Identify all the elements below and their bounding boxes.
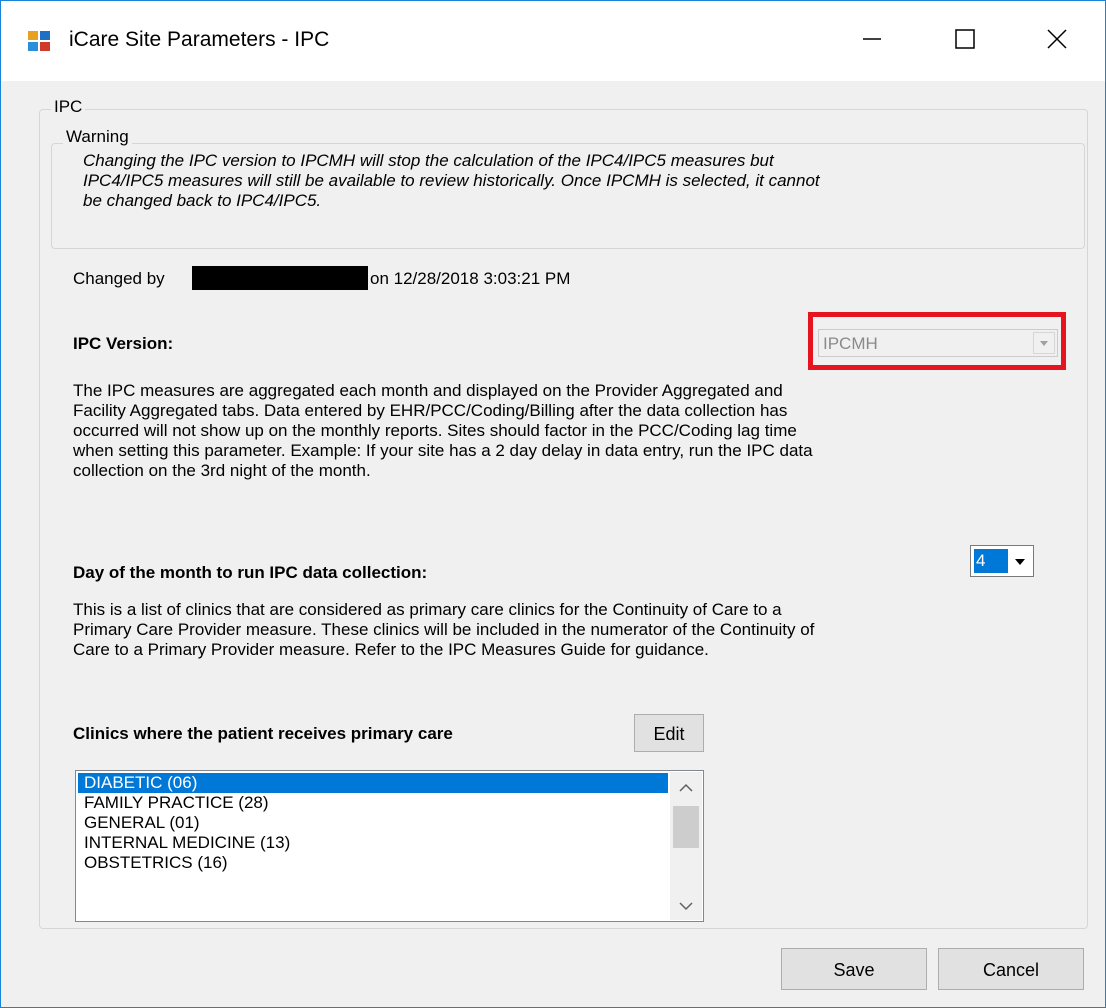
aggregation-line-5: collection on the 3rd night of the month… <box>73 461 371 480</box>
maximize-icon[interactable] <box>945 19 985 59</box>
aggregation-line-3: occurred will not show up on the monthly… <box>73 421 797 440</box>
aggregation-line-4: when setting this parameter. Example: If… <box>73 441 813 460</box>
highlight-annotation <box>808 312 1066 370</box>
clinics-list-items: DIABETIC (06) FAMILY PRACTICE (28) GENERAL… <box>78 773 668 873</box>
listbox-scrollbar[interactable] <box>670 772 702 920</box>
changed-by-label: Changed by <box>73 269 165 288</box>
app-icon <box>28 31 50 51</box>
clinics-desc-line-3: Care to a Primary Provider measure. Refe… <box>73 640 709 659</box>
list-item[interactable]: DIABETIC (06) <box>78 773 668 793</box>
scroll-down-icon[interactable] <box>674 898 698 914</box>
window-title: iCare Site Parameters - IPC <box>69 28 330 51</box>
cancel-button[interactable]: Cancel <box>938 948 1084 990</box>
ipc-version-label: IPC Version: <box>73 334 174 353</box>
clinics-label: Clinics where the patient receives prima… <box>73 724 453 743</box>
edit-clinics-button[interactable]: Edit <box>634 714 704 752</box>
warning-line-2: IPC4/IPC5 measures will still be availab… <box>83 171 820 190</box>
scroll-up-icon[interactable] <box>674 780 698 796</box>
ipc-group-label: IPC <box>51 97 86 117</box>
clinics-desc-line-1: This is a list of clinics that are consi… <box>73 600 782 619</box>
clinics-listbox[interactable]: DIABETIC (06) FAMILY PRACTICE (28) GENERAL… <box>75 770 704 922</box>
list-item[interactable]: FAMILY PRACTICE (28) <box>78 793 668 813</box>
warning-group-label: Warning <box>63 127 132 147</box>
day-of-month-label: Day of the month to run IPC data collect… <box>73 563 428 582</box>
aggregation-line-2: Facility Aggregated tabs. Data entered b… <box>73 401 788 420</box>
aggregation-line-1: The IPC measures are aggregated each mon… <box>73 381 783 400</box>
changed-on-text: on 12/28/2018 3:03:21 PM <box>370 269 571 288</box>
dropdown-arrow-icon[interactable] <box>1008 547 1032 575</box>
dialog-window: iCare Site Parameters - IPC IPC Warning … <box>0 0 1106 1008</box>
clinics-description: This is a list of clinics that are consi… <box>73 600 814 660</box>
warning-line-1: Changing the IPC version to IPCMH will s… <box>83 151 774 170</box>
close-icon[interactable] <box>1037 19 1077 59</box>
save-button[interactable]: Save <box>781 948 927 990</box>
aggregation-description: The IPC measures are aggregated each mon… <box>73 381 813 481</box>
clinics-desc-line-2: Primary Care Provider measure. These cli… <box>73 620 815 639</box>
minimize-icon[interactable] <box>852 19 892 59</box>
redacted-username <box>192 266 368 290</box>
list-item[interactable]: INTERNAL MEDICINE (13) <box>78 833 668 853</box>
scrollbar-thumb[interactable] <box>673 806 699 848</box>
list-item[interactable]: GENERAL (01) <box>78 813 668 833</box>
title-bar[interactable]: iCare Site Parameters - IPC <box>1 1 1105 81</box>
list-item[interactable]: OBSTETRICS (16) <box>78 853 668 873</box>
warning-line-3: be changed back to IPC4/IPC5. <box>83 191 322 210</box>
day-of-month-dropdown[interactable]: 4 <box>970 545 1034 577</box>
warning-message: Changing the IPC version to IPCMH will s… <box>83 151 1083 211</box>
